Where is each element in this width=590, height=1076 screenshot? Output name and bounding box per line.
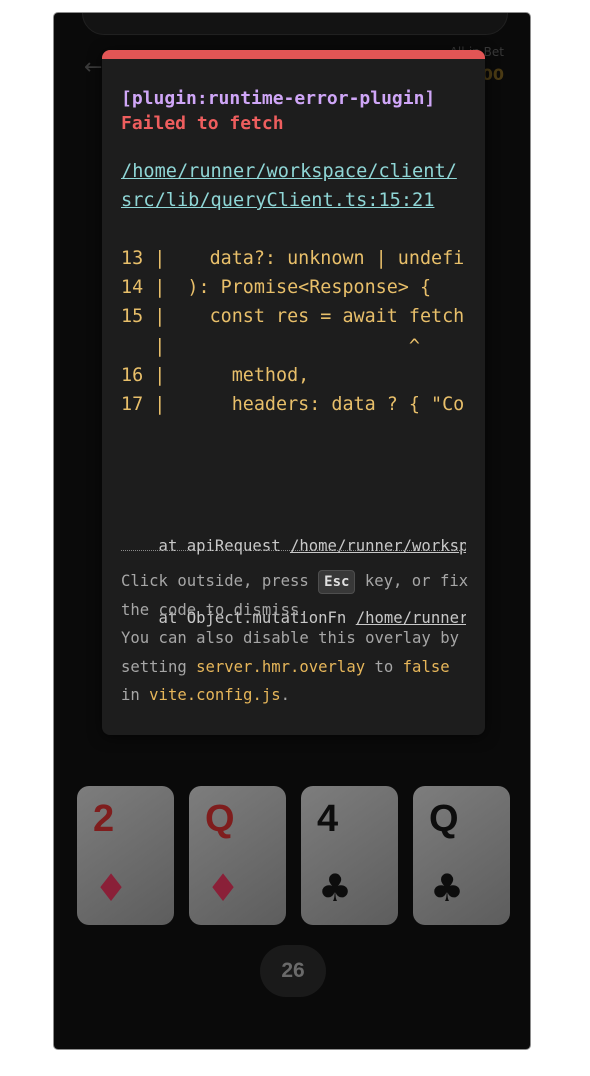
tip-text: in <box>121 686 150 705</box>
stack-frame: at apiRequest /home/runner/workspace/cli… <box>121 534 466 558</box>
club-icon: ♣ <box>318 866 353 910</box>
all-in-bet-value: 00 <box>481 65 504 84</box>
card-counter: 26 <box>260 945 326 997</box>
card-rank: 4 <box>317 798 339 840</box>
diamond-icon: ♦ <box>206 866 241 910</box>
overlay-divider <box>121 550 466 551</box>
diamond-icon: ♦ <box>94 866 129 910</box>
error-overlay[interactable]: [plugin:runtime-error-plugin] Failed to … <box>102 50 485 735</box>
tip-setting: server.hmr.overlay <box>196 657 366 676</box>
tip-value: false <box>402 657 450 676</box>
playing-card[interactable]: 2 ♦ <box>77 786 174 925</box>
card-rank: 2 <box>93 798 115 840</box>
club-icon: ♣ <box>430 866 465 910</box>
tip-text: to <box>365 657 403 676</box>
stack-frame-function: at apiRequest <box>121 537 290 555</box>
code-frame: 13 | data?: unknown | undefined, 14 | ):… <box>121 248 466 416</box>
tip-text: Click outside, press <box>121 572 319 590</box>
top-panel <box>82 13 508 35</box>
esc-key: Esc <box>318 570 356 594</box>
stack-frame-link[interactable]: /home/runner/workspace/client/src/lib/qu… <box>290 537 466 555</box>
error-file-link[interactable]: /home/runner/workspace/client/src/lib/qu… <box>121 157 466 215</box>
plugin-name: [plugin:runtime-error-plugin] <box>121 88 436 109</box>
tip-text: . <box>280 686 290 705</box>
card-rank: Q <box>429 798 459 840</box>
playing-card[interactable]: Q ♣ <box>413 786 510 925</box>
card-rank: Q <box>205 798 235 840</box>
arrow-left-icon: ← <box>84 55 103 80</box>
playing-card[interactable]: 4 ♣ <box>301 786 398 925</box>
tip-config-file: vite.config.js <box>149 686 281 705</box>
back-button[interactable]: ← <box>84 55 102 80</box>
card-row: 2 ♦ Q ♦ 4 ♣ Q ♣ <box>77 786 511 926</box>
overlay-tip: Click outside, press Esc key, or fix the… <box>121 567 471 710</box>
playing-card[interactable]: Q ♦ <box>189 786 286 925</box>
error-message: Failed to fetch <box>121 113 284 134</box>
error-overlay-accent <box>102 50 485 59</box>
phone-frame: ← All-in Bet 00 [plugin:runtime-error-pl… <box>53 12 531 1050</box>
